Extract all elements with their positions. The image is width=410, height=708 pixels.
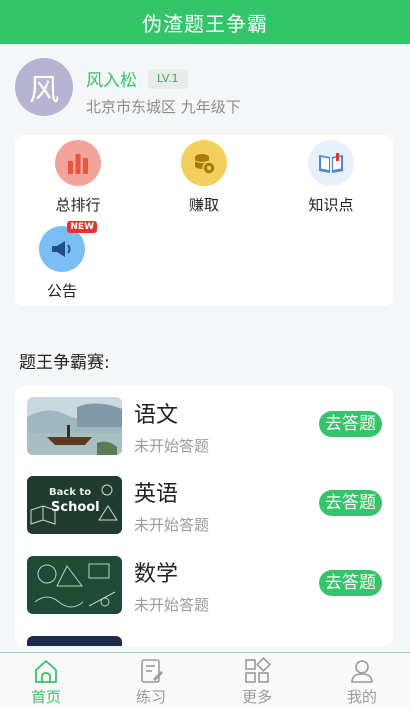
section-title: 题王争霸赛: [19, 353, 110, 373]
list-item-math[interactable]: 数学 未开始答题 去答题 [15, 556, 393, 616]
title-bar: 伪渣题王争霸 [0, 0, 410, 44]
megaphone-icon: NEW [39, 221, 97, 272]
bottom-tab-bar: 首页 练习 更多 我的 [0, 652, 410, 708]
home-icon [32, 657, 60, 685]
start-quiz-button[interactable]: 去答题 [319, 570, 382, 596]
practice-icon [137, 657, 165, 685]
tab-practice-label: 练习 [135, 688, 166, 706]
tab-home-label: 首页 [30, 688, 61, 706]
subject-status: 未开始答题 [134, 437, 210, 455]
chinese-thumbnail [27, 397, 122, 455]
start-quiz-button[interactable]: 去答题 [319, 490, 382, 516]
list-item-chinese[interactable]: 语文 未开始答题 去答题 [15, 397, 393, 457]
english-thumbnail: Back to School [27, 476, 122, 534]
tab-more-label: 更多 [241, 688, 272, 706]
partial-thumbnail [27, 636, 122, 646]
username: 风入松 [86, 71, 137, 91]
subject-status: 未开始答题 [134, 516, 210, 534]
app-title: 伪渣题王争霸 [142, 11, 268, 36]
math-thumbnail [27, 556, 122, 614]
menu-notice[interactable]: NEW 公告 [17, 221, 107, 301]
subject-status: 未开始答题 [134, 596, 210, 614]
menu-rank-label: 总排行 [55, 196, 101, 214]
user-icon [348, 657, 376, 685]
menu-notice-label: 公告 [46, 282, 77, 300]
user-location-grade: 北京市东城区 九年级下 [86, 98, 241, 116]
open-book-icon [308, 140, 354, 186]
profile-section[interactable]: 风 风入松 LV.1 北京市东城区 九年级下 [0, 44, 410, 132]
menu-rank[interactable]: 总排行 [33, 140, 123, 215]
list-item-partial[interactable] [15, 636, 393, 646]
tab-profile-label: 我的 [346, 688, 377, 706]
tab-profile[interactable]: 我的 [332, 657, 392, 707]
list-item-english[interactable]: Back to School 英语 未开始答题 去答题 [15, 476, 393, 536]
bar-chart-icon [55, 140, 101, 186]
menu-knowledge[interactable]: 知识点 [286, 140, 376, 215]
feature-menu: 总排行 赚取 知识点 NEW 公告 [15, 135, 393, 306]
grid-icon [243, 657, 271, 685]
subject-name: 英语 [134, 482, 179, 507]
subject-list: 语文 未开始答题 去答题 Back to School 英语 未开始答题 去答题 [15, 386, 393, 646]
thumb-text-line1: Back to [49, 487, 92, 498]
menu-earn[interactable]: 赚取 [159, 140, 249, 215]
menu-earn-label: 赚取 [188, 196, 219, 214]
thumb-text-line2: School [51, 500, 100, 515]
coins-icon [181, 140, 227, 186]
tab-practice[interactable]: 练习 [121, 657, 181, 707]
tab-more[interactable]: 更多 [227, 657, 287, 707]
subject-name: 数学 [134, 562, 179, 587]
subject-name: 语文 [134, 403, 179, 428]
menu-knowledge-label: 知识点 [308, 196, 354, 214]
tab-home[interactable]: 首页 [16, 657, 76, 707]
new-badge: NEW [67, 221, 97, 233]
level-badge: LV.1 [148, 69, 188, 89]
avatar[interactable]: 风 [15, 58, 73, 116]
start-quiz-button[interactable]: 去答题 [319, 411, 382, 437]
